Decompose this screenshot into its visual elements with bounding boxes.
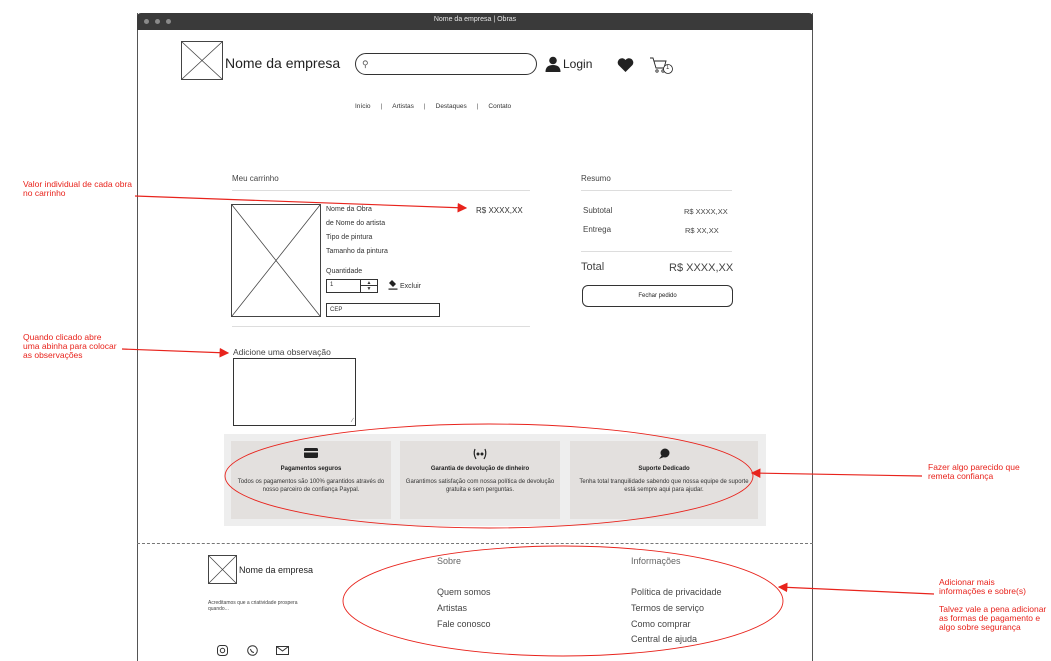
footer-annotation-note-1: Adicionar mais informações e sobre(s) xyxy=(939,577,1026,596)
price-annotation-note: Valor individual de cada obra no carrinh… xyxy=(23,179,132,198)
obs-annotation-arrow xyxy=(121,347,230,358)
obs-annotation-note: Quando clicado abre uma abinha para colo… xyxy=(23,332,117,360)
footer-highlight-ellipse xyxy=(342,545,784,657)
trust-annotation-note: Fazer algo parecido que remeta confiança xyxy=(928,462,1020,481)
trust-annotation-arrow xyxy=(750,468,923,478)
footer-annotation-arrow xyxy=(777,582,935,595)
annotation-overlay xyxy=(121,195,935,657)
price-annotation-arrow xyxy=(134,195,468,213)
trust-highlight-ellipse xyxy=(224,423,754,529)
footer-annotation-note-2: Talvez vale a pena adicionar as formas d… xyxy=(939,604,1047,632)
